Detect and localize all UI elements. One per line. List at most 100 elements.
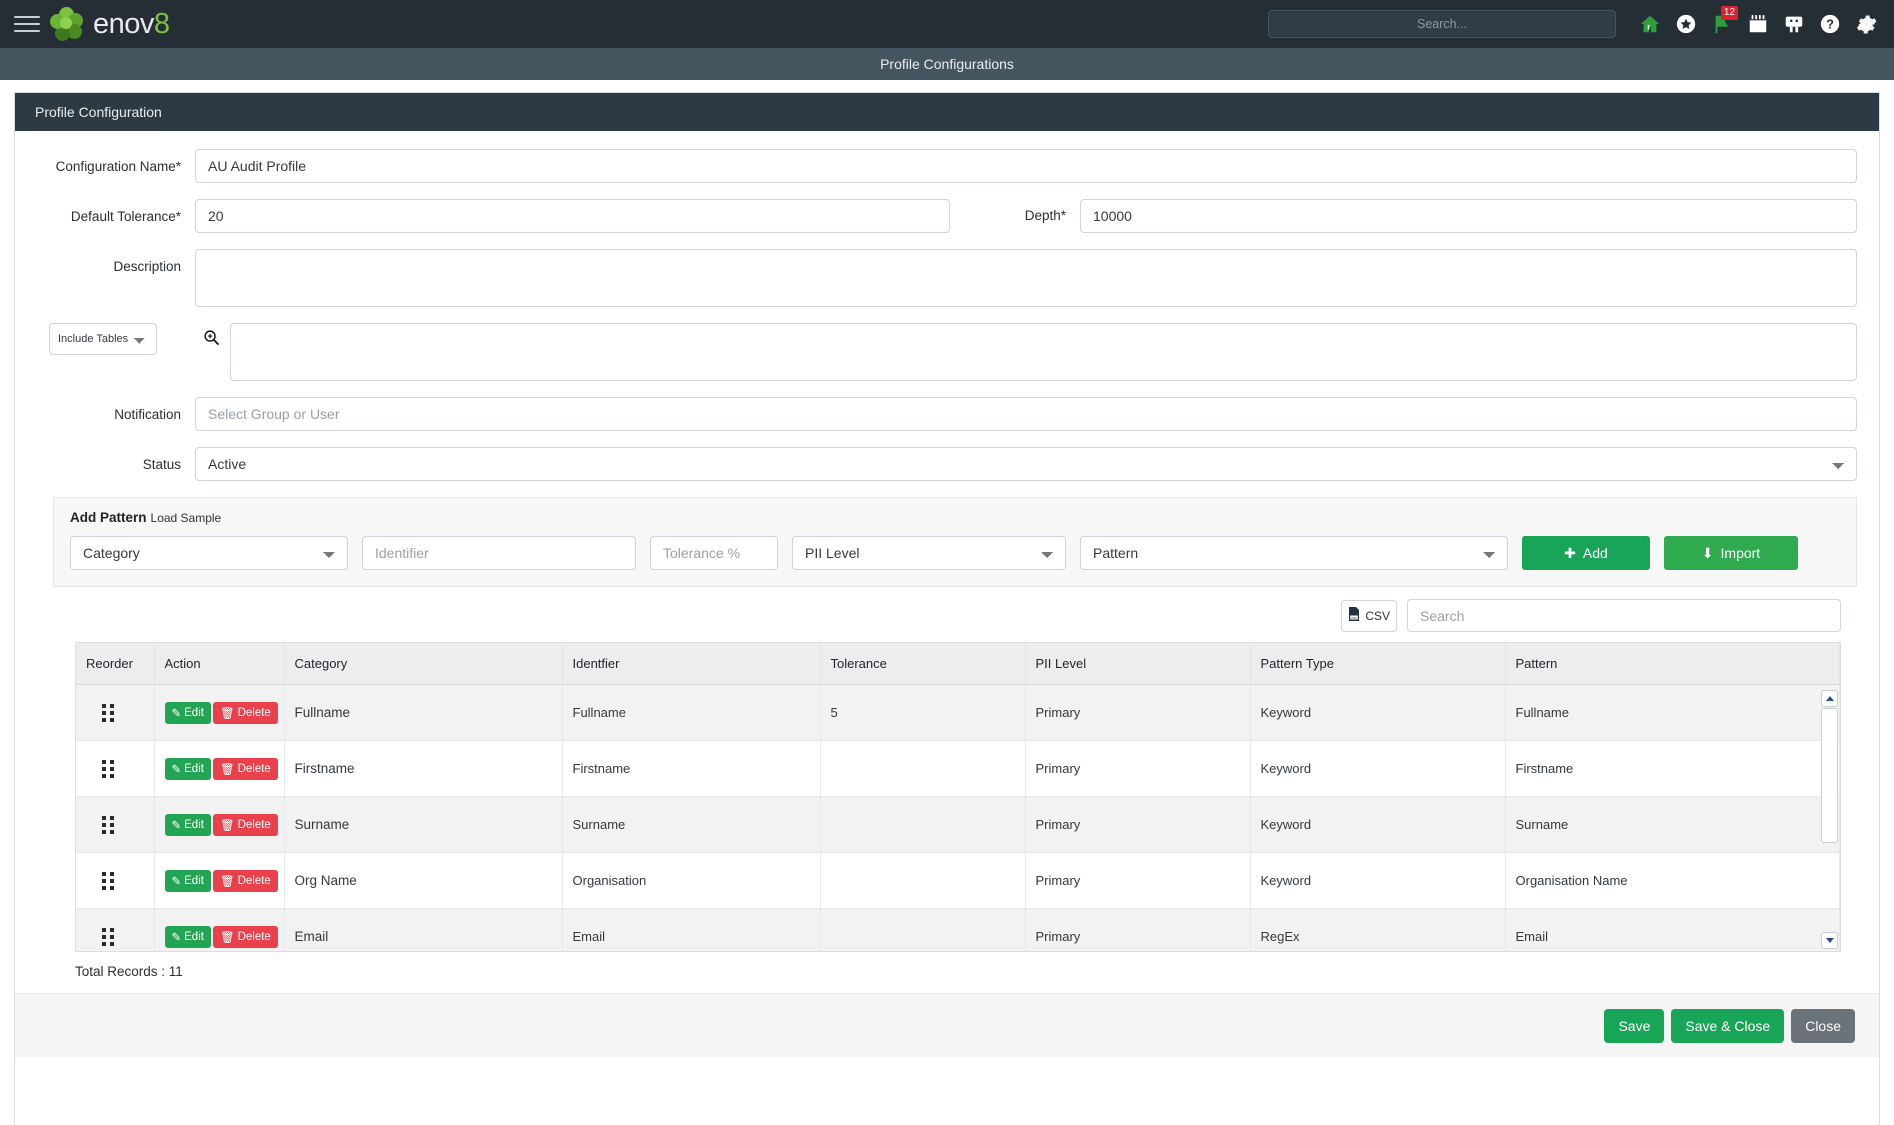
patterns-table-container: Reorder Action Category Identfier Tolera…: [75, 642, 1841, 952]
tolerance-cell: [820, 852, 1026, 909]
table-row: ✎ Edit 🗑 Delete Fullname Fullname 5 Primary Keyw…: [76, 684, 1840, 741]
pattern-cell: Organisation Name: [1505, 852, 1840, 909]
search-tables-icon[interactable]: [203, 323, 220, 351]
drag-handle-icon[interactable]: [102, 759, 115, 778]
delete-row-button[interactable]: 🗑 Delete: [212, 701, 278, 724]
pattern-cell: Email: [1505, 908, 1840, 951]
hamburger-menu-icon[interactable]: [14, 13, 40, 35]
profile-configuration-panel: Profile Configuration Configuration Name…: [14, 92, 1880, 1125]
identifier-cell: Firstname: [562, 740, 821, 797]
reorder-cell[interactable]: [76, 796, 155, 853]
reorder-cell[interactable]: [76, 684, 155, 741]
pattern-category-select[interactable]: Category: [70, 536, 348, 570]
edit-row-label: Edit: [184, 762, 204, 775]
table-vertical-scrollbar[interactable]: [1821, 690, 1838, 949]
brand-name-text: enov: [93, 7, 154, 40]
column-header-category[interactable]: Category: [284, 643, 563, 685]
delete-row-label: Delete: [237, 706, 271, 719]
edit-row-button[interactable]: ✎ Edit: [164, 925, 211, 948]
presentation-icon[interactable]: [1776, 6, 1812, 42]
drag-handle-icon[interactable]: [102, 703, 115, 722]
action-cell: ✎ Edit 🗑 Delete: [154, 740, 285, 797]
edit-row-button[interactable]: ✎ Edit: [164, 813, 211, 836]
action-cell: ✎ Edit 🗑 Delete: [154, 908, 285, 951]
column-header-tolerance[interactable]: Tolerance: [820, 643, 1026, 685]
edit-row-button[interactable]: ✎ Edit: [164, 869, 211, 892]
brand-logo[interactable]: enov8: [50, 7, 170, 41]
category-cell: Fullname: [284, 684, 563, 741]
action-cell: ✎ Edit 🗑 Delete: [154, 796, 285, 853]
pattern-tolerance-input[interactable]: [650, 536, 778, 570]
export-csv-button[interactable]: csv CSV: [1341, 599, 1397, 632]
top-right-controls: 12 ?: [1268, 0, 1884, 48]
svg-text:?: ?: [1826, 17, 1834, 32]
trash-icon: 🗑: [219, 875, 235, 888]
import-pattern-button[interactable]: ⬇ Import: [1664, 536, 1798, 570]
edit-row-button[interactable]: ✎ Edit: [164, 701, 211, 724]
global-search-input[interactable]: [1269, 11, 1615, 37]
table-row: ✎ Edit 🗑 Delete Firstname Firstname Primary Key…: [76, 740, 1840, 797]
row-action-buttons: ✎ Edit 🗑 Delete: [164, 925, 278, 948]
action-cell: ✎ Edit 🗑 Delete: [154, 852, 285, 909]
notification-input[interactable]: [195, 397, 1857, 431]
column-header-reorder[interactable]: Reorder: [76, 643, 155, 685]
pattern-identifier-input[interactable]: [362, 536, 636, 570]
global-search-box[interactable]: [1268, 10, 1616, 38]
calendar-icon[interactable]: [1740, 6, 1776, 42]
add-pattern-button[interactable]: ✚ Add: [1522, 536, 1650, 570]
edit-row-label: Edit: [184, 930, 204, 943]
scroll-down-arrow-icon[interactable]: [1821, 932, 1838, 949]
column-header-action[interactable]: Action: [154, 643, 285, 685]
delete-row-button[interactable]: 🗑 Delete: [212, 925, 278, 948]
description-textarea[interactable]: [195, 249, 1857, 307]
export-csv-label: CSV: [1365, 608, 1390, 623]
edit-row-label: Edit: [184, 706, 204, 719]
load-sample-link[interactable]: Load Sample: [151, 511, 222, 525]
home-icon[interactable]: [1632, 6, 1668, 42]
drag-handle-icon[interactable]: [102, 815, 115, 834]
flag-icon[interactable]: 12: [1704, 6, 1740, 42]
pattern-cell: Surname: [1505, 796, 1840, 853]
delete-row-button[interactable]: 🗑 Delete: [212, 813, 278, 836]
help-icon[interactable]: ?: [1812, 6, 1848, 42]
page-title: Profile Configurations: [880, 56, 1014, 72]
column-header-identifier[interactable]: Identfier: [562, 643, 821, 685]
column-header-pii-level[interactable]: PII Level: [1025, 643, 1251, 685]
status-select[interactable]: Active: [195, 447, 1857, 481]
scrollbar-thumb[interactable]: [1821, 708, 1838, 843]
drag-handle-icon[interactable]: [102, 871, 115, 890]
trash-icon: 🗑: [219, 931, 235, 944]
trash-icon: 🗑: [219, 819, 235, 832]
delete-row-button[interactable]: 🗑 Delete: [212, 869, 278, 892]
scrollbar-track[interactable]: [1821, 708, 1838, 931]
star-icon[interactable]: [1668, 6, 1704, 42]
table-search-input[interactable]: [1407, 599, 1841, 632]
pattern-type-cell: Keyword: [1250, 796, 1506, 853]
delete-row-button[interactable]: 🗑 Delete: [212, 757, 278, 780]
reorder-cell[interactable]: [76, 908, 155, 951]
patterns-table: Reorder Action Category Identfier Tolera…: [76, 643, 1840, 951]
configuration-name-input[interactable]: [195, 149, 1857, 183]
reorder-cell[interactable]: [76, 740, 155, 797]
flower-logo-icon: [50, 7, 84, 41]
include-tables-row: Include Tables: [37, 323, 1857, 381]
edit-row-button[interactable]: ✎ Edit: [164, 757, 211, 780]
include-tables-select[interactable]: Include Tables: [49, 323, 157, 355]
add-pattern-header: Add Pattern Load Sample: [70, 510, 1840, 525]
reorder-cell[interactable]: [76, 852, 155, 909]
pattern-pattern-select[interactable]: Pattern: [1080, 536, 1508, 570]
default-tolerance-input[interactable]: [195, 199, 950, 233]
drag-handle-icon[interactable]: [102, 927, 115, 946]
save-button[interactable]: Save: [1604, 1008, 1665, 1043]
include-tables-textarea[interactable]: [230, 323, 1857, 381]
column-header-pattern[interactable]: Pattern: [1505, 643, 1840, 685]
gear-icon[interactable]: [1848, 6, 1884, 42]
column-header-pattern-type[interactable]: Pattern Type: [1250, 643, 1506, 685]
depth-input[interactable]: [1080, 199, 1857, 233]
pencil-icon: ✎: [171, 707, 182, 720]
scroll-up-arrow-icon[interactable]: [1821, 690, 1838, 707]
pattern-pii-level-select[interactable]: PII Level: [792, 536, 1066, 570]
status-row: Status Active: [37, 447, 1857, 481]
close-button[interactable]: Close: [1791, 1008, 1855, 1043]
save-and-close-button[interactable]: Save & Close: [1671, 1008, 1785, 1043]
